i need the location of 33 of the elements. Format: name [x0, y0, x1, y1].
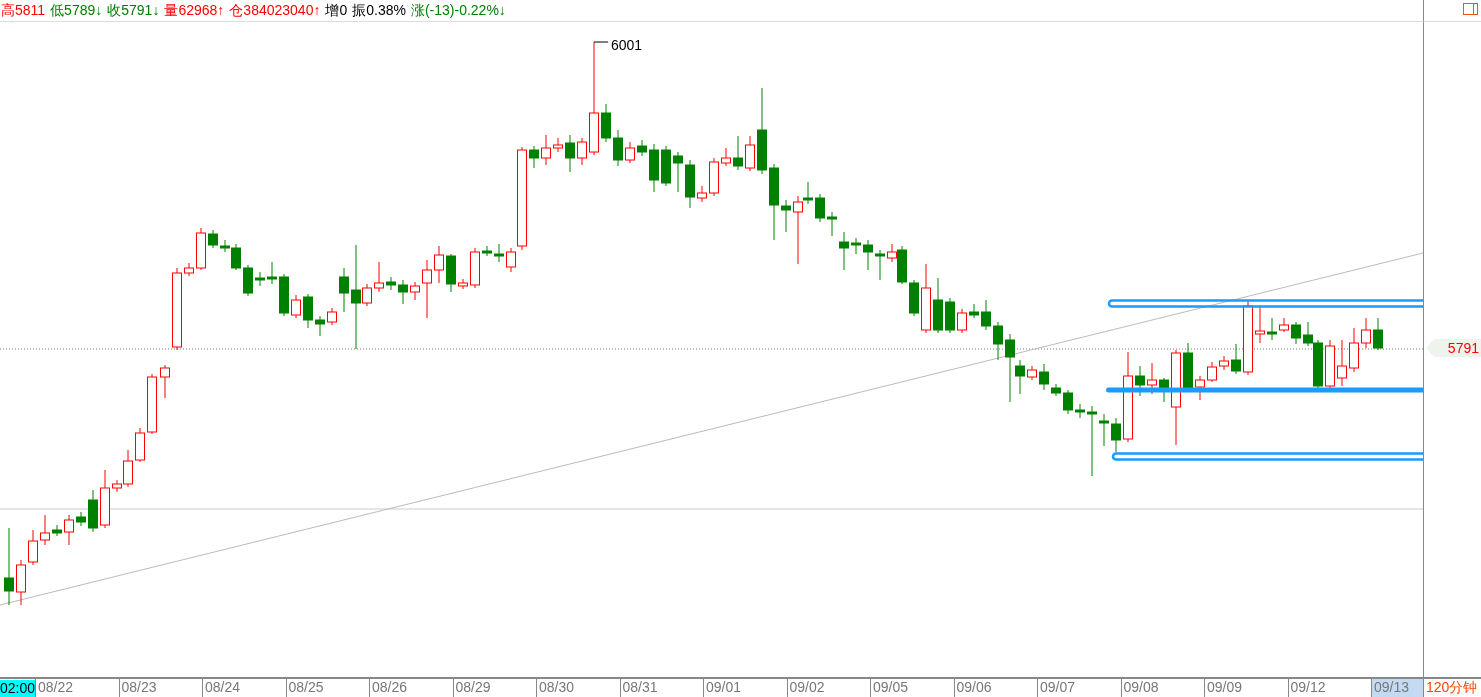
date-label: 09/08 [1120, 679, 1204, 697]
quote-stat: 量62968↑ [164, 1, 225, 20]
support-box[interactable] [1111, 452, 1423, 461]
date-label: 08/24 [202, 679, 286, 697]
layout-icon[interactable] [1463, 3, 1478, 15]
date-label: 08/30 [536, 679, 620, 697]
support-line[interactable] [1106, 387, 1423, 393]
date-label: 09/13 [1371, 679, 1423, 697]
quote-stat: 收5791↓ [107, 1, 160, 20]
date-label: 08/25 [285, 679, 369, 697]
cursor-time: 02:00 [0, 680, 35, 697]
quote-stat: 涨(-13)-0.22%↓ [410, 1, 506, 20]
quote-stat: 仓384023040↑ [229, 1, 321, 20]
high-price-label: 6001 [611, 37, 643, 53]
price-tag: 5791 [1426, 339, 1481, 357]
date-label: 09/07 [1037, 679, 1121, 697]
date-label: 09/01 [703, 679, 787, 697]
period-label[interactable]: 120分钟 [1424, 677, 1481, 697]
date-label: 08/22 [35, 679, 119, 697]
leader-line [593, 41, 609, 43]
date-label: 08/26 [369, 679, 453, 697]
date-label: 09/05 [870, 679, 954, 697]
date-label: 09/02 [786, 679, 870, 697]
date-label: 09/09 [1204, 679, 1288, 697]
resistance-box[interactable] [1107, 299, 1423, 308]
date-label: 08/29 [452, 679, 536, 697]
quote-stat: 增0 [325, 1, 348, 20]
quote-stat: 低5789↓ [50, 1, 103, 20]
quote-stat: 高5811 [1, 1, 46, 20]
date-label: 09/06 [953, 679, 1037, 697]
date-label: 08/23 [118, 679, 202, 697]
quote-stat: 振0.38% [352, 1, 406, 20]
date-label: 08/31 [619, 679, 703, 697]
